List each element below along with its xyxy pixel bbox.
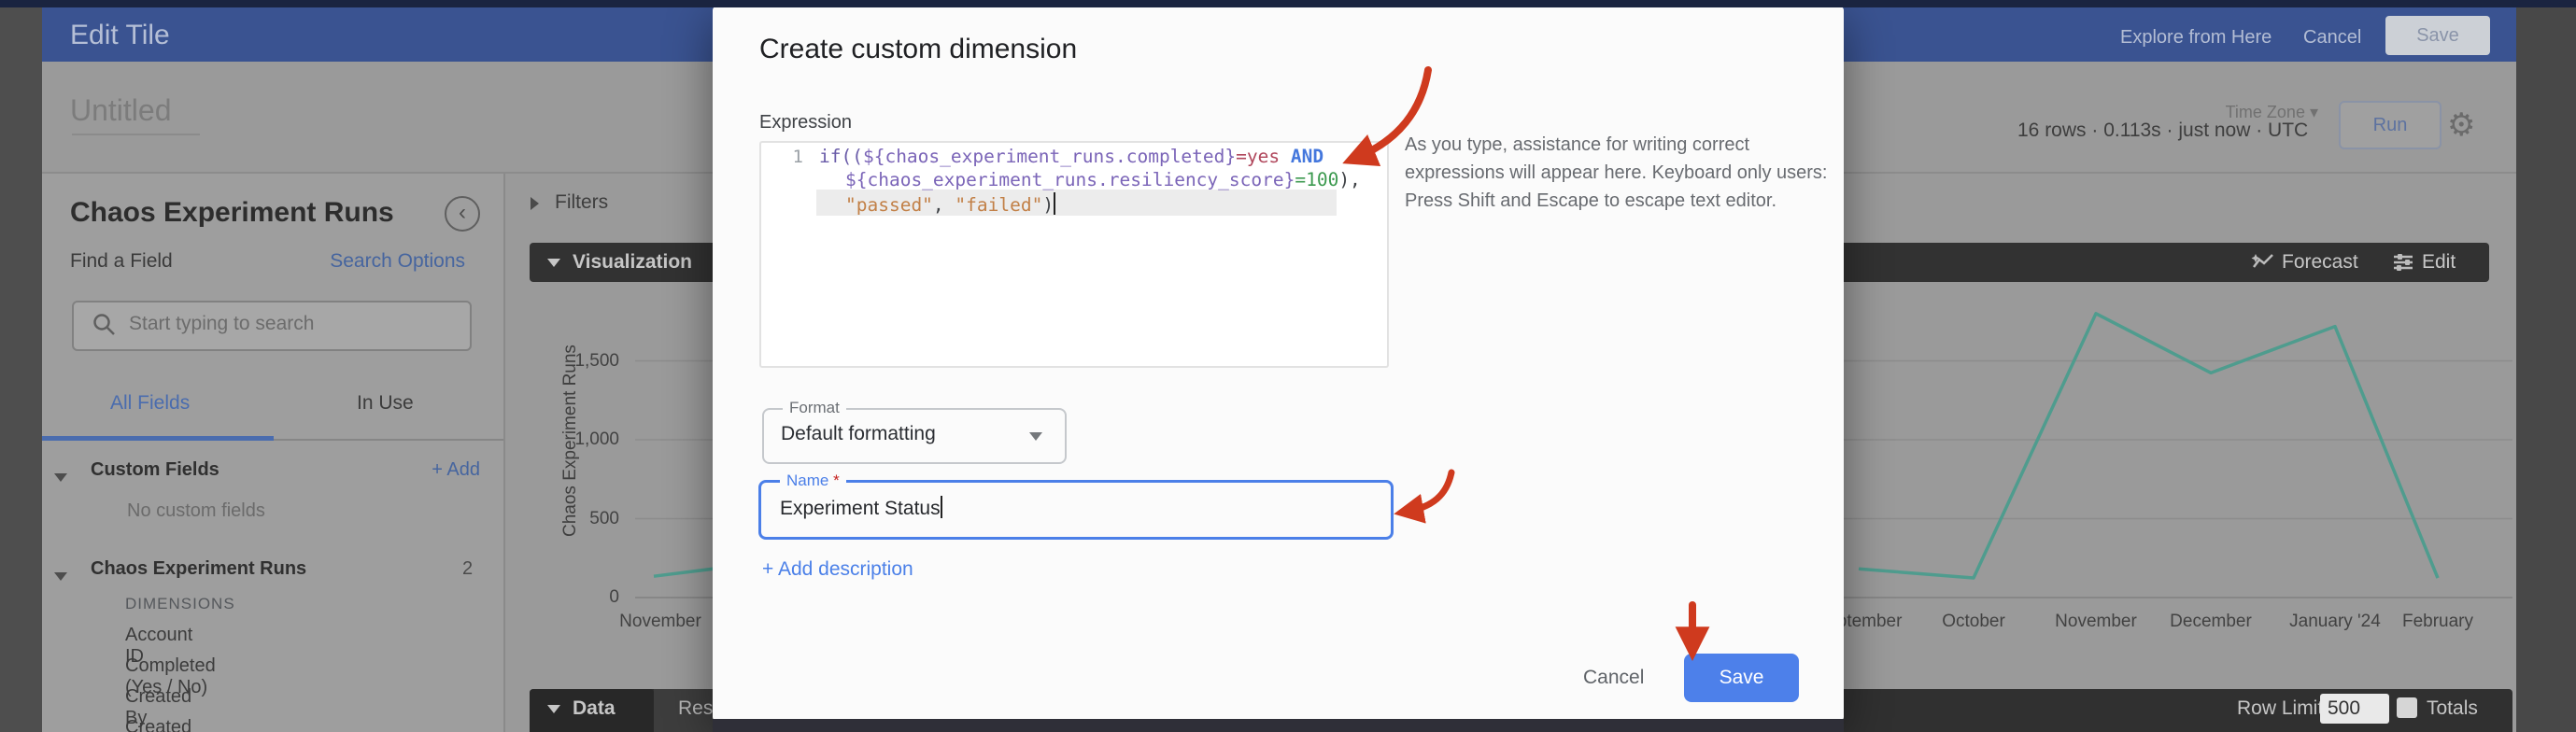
add-description-link[interactable]: + Add description (762, 558, 913, 581)
expression-help-text: As you type, assistance for writing corr… (1405, 131, 1830, 215)
data-label: Data (573, 697, 616, 720)
expression-label: Expression (759, 112, 852, 134)
format-value: Default formatting (781, 423, 936, 445)
name-label: Name * (780, 472, 846, 490)
name-field[interactable]: Name * Experiment Status (758, 480, 1394, 540)
totals-checkbox[interactable] (2397, 697, 2417, 718)
dialog-title: Create custom dimension (759, 34, 1077, 65)
totals-label: Totals (2427, 697, 2478, 720)
dialog-save-button[interactable]: Save (1684, 654, 1799, 702)
dialog-cancel-button[interactable]: Cancel (1583, 667, 1644, 689)
screen: Edit Tile Explore from Here Cancel Save … (0, 0, 2576, 732)
chart-line-right-segment (1859, 314, 2438, 578)
text-cursor (941, 496, 942, 518)
chevron-down-icon (1029, 432, 1042, 441)
row-limit-input[interactable]: 500 (2320, 694, 2389, 724)
dialog-bottom-shadow (713, 719, 1844, 732)
text-cursor (1054, 192, 1055, 215)
editor-line-number: 1 (785, 147, 803, 167)
left-strip (0, 7, 42, 732)
results-tab-label: Res (678, 697, 713, 720)
format-select[interactable]: Format Default formatting (762, 408, 1067, 464)
format-label: Format (783, 399, 846, 417)
tab-results[interactable]: Res (654, 689, 713, 732)
right-strip (2516, 7, 2576, 732)
name-value: Experiment Status (780, 496, 942, 520)
code-line: ${chaos_experiment_runs.resiliency_score… (845, 169, 1361, 190)
code-line: "passed", "failed") (845, 192, 1055, 216)
chart-line-left-segment (654, 569, 714, 576)
chevron-down-icon (547, 705, 560, 713)
row-limit-label: Row Limit (2237, 697, 2323, 720)
required-asterisk: * (833, 472, 840, 489)
top-strip (0, 0, 2576, 7)
code-line: if((${chaos_experiment_runs.completed}=y… (819, 146, 1323, 167)
